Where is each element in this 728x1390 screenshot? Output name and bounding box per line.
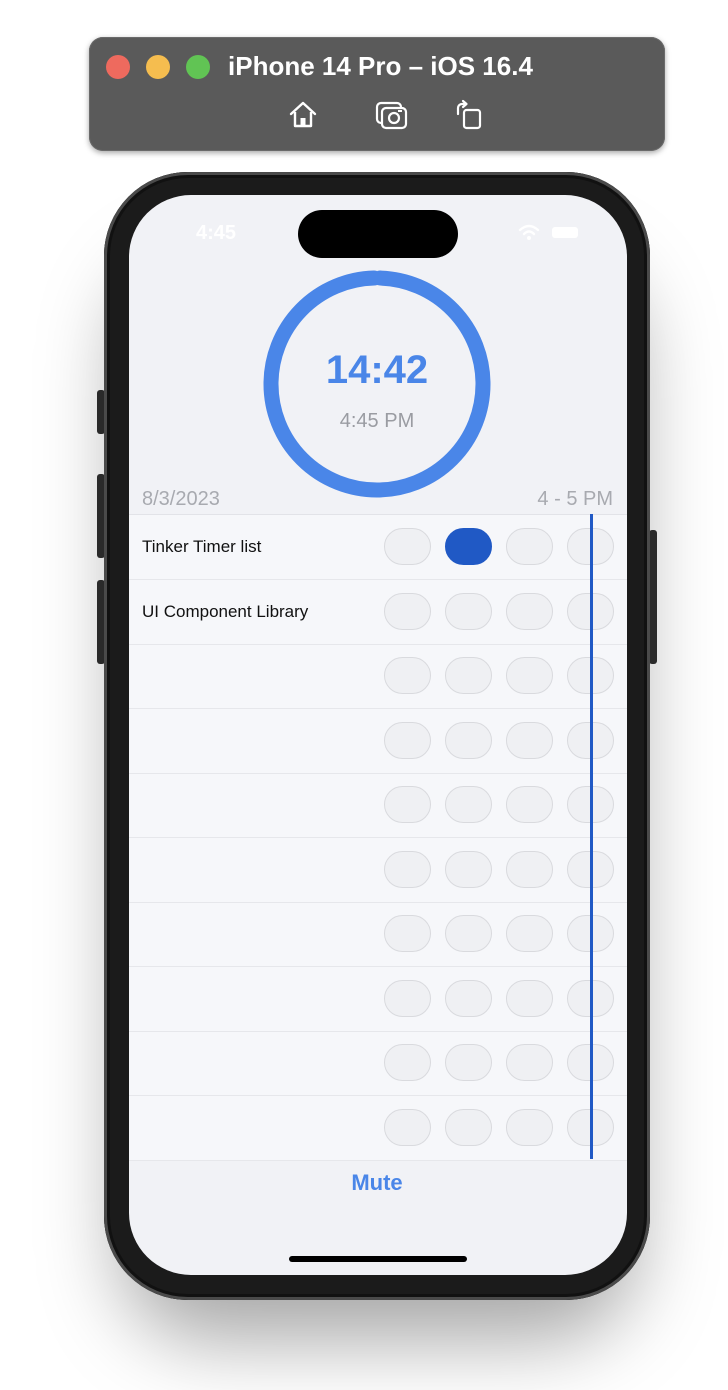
time-slot-toggle[interactable]	[506, 721, 553, 759]
time-slot-toggle[interactable]	[384, 1108, 431, 1146]
time-slot-toggle[interactable]	[445, 1108, 492, 1146]
time-slot-toggle[interactable]	[445, 592, 492, 630]
time-slot-toggle[interactable]	[384, 979, 431, 1017]
time-slot-toggle[interactable]	[445, 721, 492, 759]
time-slot-toggle[interactable]	[384, 786, 431, 823]
mute-button[interactable]: Mute	[340, 1170, 414, 1196]
time-slot-toggle[interactable]	[445, 786, 492, 823]
time-slot-toggle[interactable]	[384, 528, 431, 565]
time-slot-toggle[interactable]	[384, 592, 431, 630]
time-slot-toggle[interactable]	[506, 1044, 553, 1081]
task-row[interactable]	[129, 967, 627, 1032]
time-slot-toggle[interactable]	[445, 657, 492, 694]
time-slot-toggle[interactable]	[506, 850, 553, 888]
home-icon[interactable]	[286, 98, 320, 132]
status-icons	[518, 224, 578, 240]
minimize-window-button[interactable]	[146, 55, 170, 79]
time-slot-toggle[interactable]	[506, 657, 553, 694]
schedule-date: 8/3/2023	[142, 488, 220, 510]
task-row[interactable]	[129, 644, 627, 709]
task-row[interactable]	[129, 838, 627, 903]
time-slot-toggle[interactable]	[506, 786, 553, 823]
task-label: UI Component Library	[142, 601, 309, 621]
home-indicator[interactable]	[289, 1256, 467, 1262]
current-time-indicator	[590, 514, 593, 1159]
task-list: Tinker Timer list UI Component Library	[129, 514, 627, 1161]
time-slot-toggle[interactable]	[384, 657, 431, 694]
task-row[interactable]	[129, 709, 627, 774]
task-row[interactable]	[129, 1031, 627, 1096]
task-row[interactable]	[129, 1096, 627, 1161]
time-slot-toggle[interactable]	[506, 592, 553, 630]
status-time: 4:45	[196, 222, 237, 244]
task-label: Tinker Timer list	[142, 537, 262, 556]
time-slot-toggle[interactable]	[384, 850, 431, 888]
task-row[interactable]: Tinker Timer list	[129, 515, 627, 580]
simulator-title: iPhone 14 Pro – iOS 16.4	[228, 51, 533, 81]
wifi-icon	[518, 224, 540, 236]
timer-remaining: 14:42	[325, 348, 429, 392]
time-slot-toggle[interactable]	[384, 915, 431, 952]
time-slot-toggle[interactable]	[384, 1044, 431, 1081]
time-slot-toggle[interactable]	[506, 915, 553, 952]
current-time: 4:45 PM	[339, 410, 415, 432]
time-slot-toggle[interactable]	[506, 1108, 553, 1146]
battery-icon	[552, 227, 578, 238]
task-row[interactable]	[129, 902, 627, 967]
hour-range: 4 - 5 PM	[537, 488, 613, 510]
camera-icon[interactable]	[374, 98, 408, 132]
time-slot-toggle[interactable]	[445, 1044, 492, 1081]
close-window-button[interactable]	[106, 55, 130, 79]
dynamic-island	[298, 210, 458, 258]
time-slot-toggle[interactable]	[445, 979, 492, 1017]
rotate-icon[interactable]	[452, 98, 486, 132]
time-slot-toggle[interactable]	[506, 979, 553, 1017]
time-slot-toggle[interactable]	[445, 850, 492, 888]
time-slot-toggle[interactable]	[445, 915, 492, 952]
zoom-window-button[interactable]	[186, 55, 210, 79]
task-row[interactable]: UI Component Library	[129, 580, 627, 645]
task-row[interactable]	[129, 773, 627, 838]
power-button	[649, 530, 657, 664]
time-slot-toggle[interactable]	[506, 528, 553, 565]
time-slot-toggle[interactable]	[445, 528, 492, 565]
time-slot-toggle[interactable]	[384, 721, 431, 759]
